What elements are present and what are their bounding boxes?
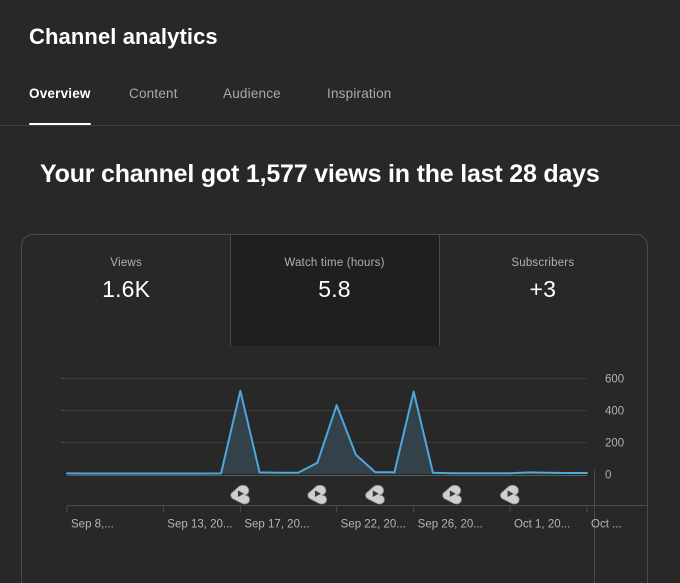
shorts-marker-icon[interactable] (442, 484, 462, 505)
x-tick-label: Sep 17, 20... (244, 519, 309, 531)
y-tick-label: 0 (605, 470, 611, 482)
chart-shorts-markers[interactable] (230, 484, 520, 505)
tab-content[interactable]: Content (129, 86, 178, 125)
metric-tab-subscribers[interactable]: Subscribers +3 (438, 235, 647, 346)
channel-analytics-page: Channel analytics Overview Content Audie… (0, 0, 680, 583)
metric-label-views: Views (110, 257, 142, 269)
analytics-tabbar: Overview Content Audience Inspiration (0, 86, 680, 126)
chart-gridlines (61, 378, 587, 443)
tab-overview-label: Overview (29, 86, 91, 101)
tab-inspiration-label: Inspiration (327, 86, 392, 101)
chart-y-axis: 0 200 400 600 (605, 374, 624, 482)
metric-label-watch-time: Watch time (hours) (284, 257, 385, 269)
x-tick-label: Oct 1, 20... (514, 519, 570, 531)
metric-tab-views[interactable]: Views 1.6K (22, 235, 230, 346)
tab-active-indicator (29, 123, 91, 125)
views-timeseries-chart[interactable]: 0 200 400 600 Sep 8,... Sep 13, 20... Sep 17,… (22, 346, 647, 583)
tab-overview[interactable]: Overview (29, 86, 91, 125)
shorts-marker-icon[interactable] (365, 484, 385, 505)
shorts-marker-icon[interactable] (307, 484, 327, 505)
tab-content-label: Content (129, 86, 178, 101)
x-tick-label: Sep 22, 20... (341, 519, 406, 531)
x-tick-label: Sep 13, 20... (167, 519, 232, 531)
y-tick-label: 400 (605, 406, 624, 418)
x-tick-label: Oct ... (591, 519, 622, 531)
metric-divider (230, 235, 232, 346)
y-tick-label: 200 (605, 438, 624, 450)
page-title: Channel analytics (29, 24, 218, 49)
metric-label-subscribers: Subscribers (511, 257, 575, 269)
shorts-marker-icon[interactable] (230, 484, 250, 505)
tab-audience[interactable]: Audience (223, 86, 281, 125)
shorts-marker-icon[interactable] (500, 484, 520, 505)
metric-value-views: 1.6K (102, 276, 151, 302)
metric-value-watch-time: 5.8 (318, 276, 351, 302)
chart-canvas: 0 200 400 600 Sep 8,... Sep 13, 20... Sep 17,… (61, 374, 647, 583)
chart-x-axis: Sep 8,... Sep 13, 20... Sep 17, 20... Sep 2… (66, 469, 647, 583)
y-tick-label: 600 (605, 374, 624, 386)
overview-chart-card: Views 1.6K Watch time (hours) 5.8 Subscr… (21, 234, 648, 583)
metric-tab-row: Views 1.6K Watch time (hours) 5.8 Subscr… (22, 235, 647, 346)
overview-headline: Your channel got 1,577 views in the last… (40, 160, 600, 188)
metric-value-subscribers: +3 (529, 276, 557, 302)
tab-audience-label: Audience (223, 86, 281, 101)
metric-tab-watch-time[interactable]: Watch time (hours) 5.8 (230, 235, 439, 346)
x-tick-label: Sep 8,... (71, 519, 114, 531)
x-tick-label: Sep 26, 20... (418, 519, 483, 531)
tab-inspiration[interactable]: Inspiration (327, 86, 392, 125)
metric-divider (438, 235, 440, 346)
tabbar-divider (0, 125, 680, 126)
